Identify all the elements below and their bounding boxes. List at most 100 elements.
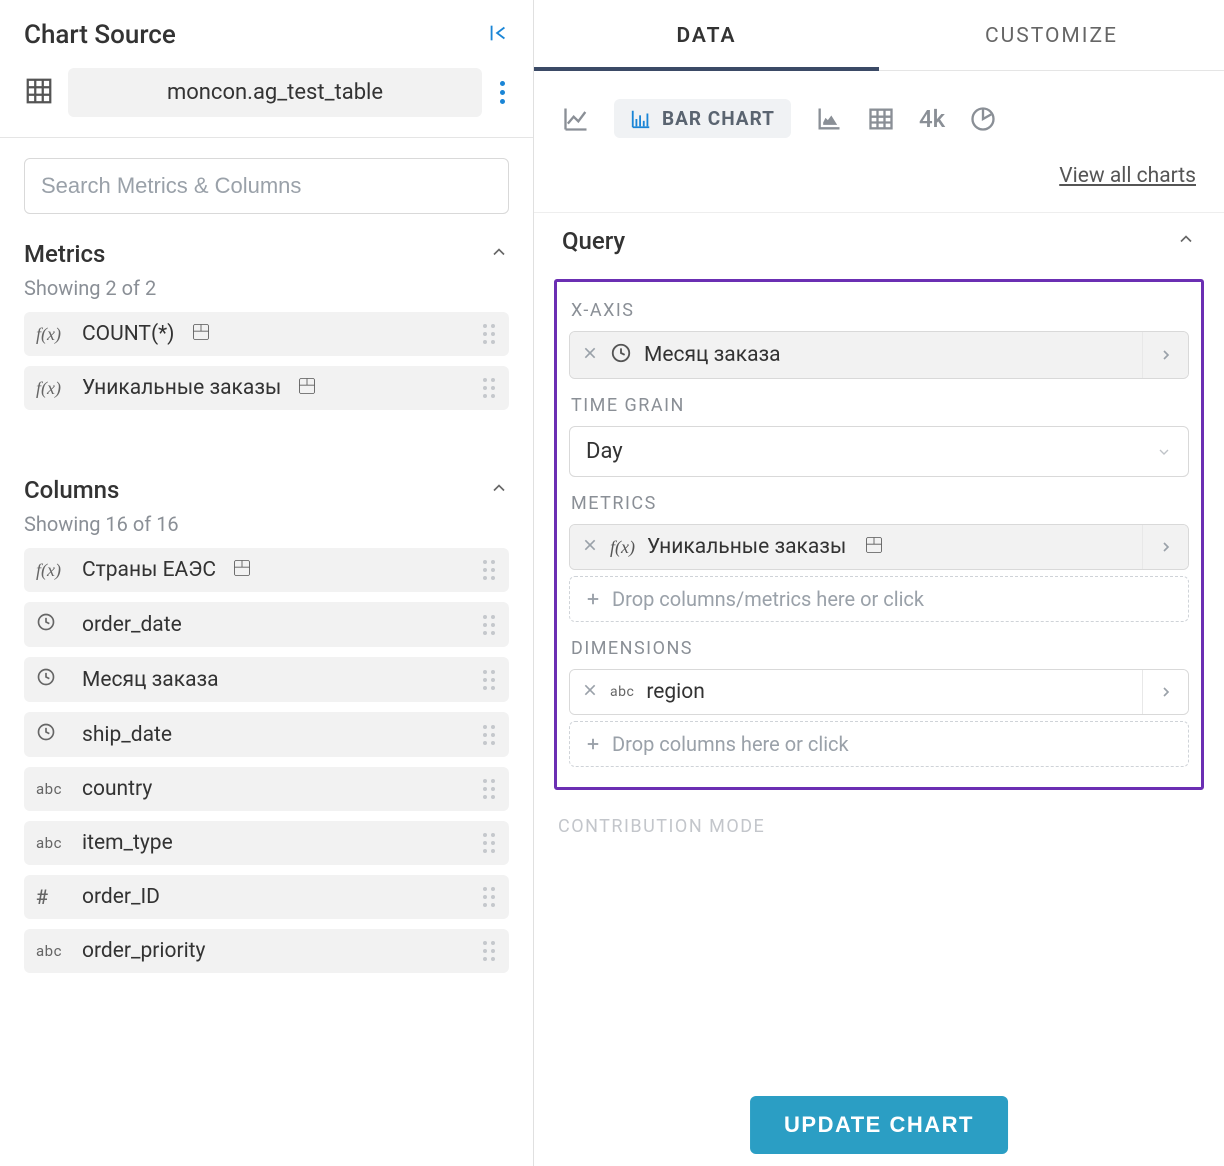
column-pill[interactable]: # order_ID (24, 875, 509, 919)
drag-handle-icon[interactable] (483, 615, 495, 635)
abc-icon: abc (610, 684, 634, 700)
line-chart-icon[interactable] (562, 105, 590, 133)
fx-icon: f(x) (36, 560, 72, 581)
pill-label: order_priority (82, 939, 206, 963)
tab-data[interactable]: DATA (534, 0, 879, 70)
query-heading: Query (562, 227, 625, 255)
metrics-field-label: METRICS (571, 493, 1189, 514)
time-grain-select[interactable]: Day (569, 426, 1189, 477)
metric-pill[interactable]: f(x) COUNT(*) (24, 312, 509, 356)
time-grain-label: TIME GRAIN (571, 395, 1189, 416)
pill-label: Уникальные заказы (82, 376, 281, 400)
drag-handle-icon[interactable] (483, 378, 495, 398)
clock-icon (610, 342, 632, 368)
calc-badge-icon (191, 322, 211, 346)
fx-icon: f(x) (610, 537, 635, 558)
pill-label: Месяц заказа (82, 668, 219, 692)
chevron-right-icon[interactable] (1142, 332, 1188, 378)
metrics-value: Уникальные заказы (647, 535, 846, 559)
metrics-showing: Showing 2 of 2 (0, 272, 533, 312)
hash-icon: # (36, 885, 72, 909)
drag-handle-icon[interactable] (483, 941, 495, 961)
column-pill[interactable]: abcitem_type (24, 821, 509, 865)
query-section-header[interactable]: Query (534, 212, 1224, 271)
clock-icon (36, 612, 72, 637)
metric-pill[interactable]: f(x) Уникальные заказы (24, 366, 509, 410)
datasource-pill[interactable]: moncon.ag_test_table (68, 68, 482, 117)
left-panel: Chart Source moncon.ag_test_table Metric… (0, 0, 534, 1166)
pill-label: country (82, 777, 152, 801)
clock-icon (36, 722, 72, 747)
xaxis-token[interactable]: Месяц заказа (569, 331, 1189, 379)
remove-icon[interactable] (582, 345, 598, 365)
bar-chart-label: BAR CHART (662, 107, 775, 130)
right-panel: DATA CUSTOMIZE BAR CHART 4k View all (534, 0, 1224, 1166)
table-icon[interactable] (867, 105, 895, 133)
drag-handle-icon[interactable] (483, 887, 495, 907)
pill-label: COUNT(*) (82, 322, 175, 346)
drag-handle-icon[interactable] (483, 779, 495, 799)
column-pill[interactable]: ship_date (24, 712, 509, 757)
dimensions-dropzone[interactable]: Drop columns here or click (569, 721, 1189, 767)
time-grain-value: Day (586, 439, 623, 464)
grid-icon (24, 76, 54, 110)
calc-badge-icon (297, 376, 317, 400)
pill-label: order_ID (82, 885, 160, 909)
pill-label: item_type (82, 831, 173, 855)
chevron-up-icon (489, 242, 509, 266)
column-pill[interactable]: abc country (24, 767, 509, 811)
area-chart-icon[interactable] (815, 105, 843, 133)
drag-handle-icon[interactable] (483, 324, 495, 344)
drag-handle-icon[interactable] (483, 833, 495, 853)
fx-icon: f(x) (36, 378, 72, 399)
chart-source-title: Chart Source (24, 20, 176, 50)
dimensions-token[interactable]: abc region (569, 669, 1189, 715)
dimensions-value: region (646, 680, 705, 704)
bar-chart-chip[interactable]: BAR CHART (614, 99, 791, 138)
chevron-up-icon (489, 478, 509, 502)
clock-icon (36, 667, 72, 692)
columns-heading: Columns (24, 476, 119, 504)
pie-chart-icon[interactable] (969, 105, 997, 133)
metrics-dropzone[interactable]: Drop columns/metrics here or click (569, 576, 1189, 622)
pill-label: order_date (82, 613, 182, 637)
view-all-charts-link[interactable]: View all charts (1059, 164, 1196, 188)
big-number-icon[interactable]: 4k (919, 105, 945, 133)
query-highlight-box: X-AXIS Месяц заказа TIME GRAIN (554, 279, 1204, 790)
metrics-heading: Metrics (24, 240, 105, 268)
contribution-mode-label: CONTRIBUTION MODE (558, 816, 1224, 837)
abc-icon: abc (36, 942, 72, 960)
xaxis-label: X-AXIS (571, 300, 1189, 321)
column-pill[interactable]: abc order_priority (24, 929, 509, 973)
update-chart-button[interactable]: UPDATE CHART (750, 1096, 1008, 1154)
column-pill[interactable]: order_date (24, 602, 509, 647)
remove-icon[interactable] (582, 537, 598, 557)
dimensions-field-label: DIMENSIONS (571, 638, 1189, 659)
metrics-drop-text: Drop columns/metrics here or click (612, 587, 924, 611)
pill-label: ship_date (82, 723, 172, 747)
kebab-icon[interactable] (496, 77, 509, 108)
collapse-panel-icon[interactable] (487, 22, 509, 49)
fx-icon: f(x) (36, 324, 72, 345)
drag-handle-icon[interactable] (483, 725, 495, 745)
calc-badge-icon (864, 535, 884, 559)
calc-badge-icon (232, 558, 252, 582)
chevron-up-icon (1176, 229, 1196, 253)
abc-icon: abc (36, 780, 72, 798)
drag-handle-icon[interactable] (483, 670, 495, 690)
columns-showing: Showing 16 of 16 (0, 508, 533, 548)
columns-section-header[interactable]: Columns (0, 460, 533, 508)
metrics-section-header[interactable]: Metrics (0, 224, 533, 272)
xaxis-value: Месяц заказа (644, 343, 781, 367)
column-pill[interactable]: Месяц заказа (24, 657, 509, 702)
search-input[interactable] (24, 158, 509, 214)
chevron-right-icon[interactable] (1142, 670, 1188, 714)
chevron-right-icon[interactable] (1142, 525, 1188, 569)
column-pill[interactable]: f(x) Страны ЕАЭС (24, 548, 509, 592)
pill-label: Страны ЕАЭС (82, 558, 216, 582)
tab-customize[interactable]: CUSTOMIZE (879, 0, 1224, 70)
dimensions-drop-text: Drop columns here or click (612, 732, 849, 756)
remove-icon[interactable] (582, 682, 598, 702)
drag-handle-icon[interactable] (483, 560, 495, 580)
metrics-token[interactable]: f(x) Уникальные заказы (569, 524, 1189, 570)
